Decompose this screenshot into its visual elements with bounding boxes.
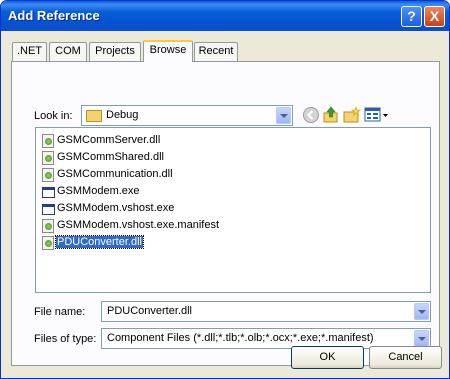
browse-panel: Look in: Debug GSMCommServer.dll GSMComm… (11, 61, 440, 366)
chevron-down-icon[interactable] (414, 330, 429, 347)
list-item[interactable]: GSMModem.vshost.exe (40, 201, 240, 217)
window-title: Add Reference (8, 8, 100, 23)
chevron-down-icon[interactable] (414, 303, 429, 320)
look-in-label: Look in: (34, 110, 73, 122)
file-name: GSMCommShared.dll (57, 151, 164, 163)
file-name-label: File name: (34, 306, 86, 318)
ok-button[interactable]: OK (291, 346, 364, 369)
help-button[interactable]: ? (401, 6, 422, 27)
list-item[interactable]: GSMModem.vshost.exe.manifest (40, 218, 240, 234)
add-reference-dialog: Add Reference ? X .NET COM Projects Brow… (0, 0, 450, 379)
chevron-down-icon[interactable] (276, 107, 291, 124)
dll-file-icon (42, 134, 54, 148)
file-name: GSMModem.exe (57, 185, 140, 197)
dll-file-icon (42, 236, 54, 250)
file-name-value: PDUConverter.dll (107, 305, 192, 317)
files-of-type-label: Files of type: (34, 333, 97, 345)
file-name-field[interactable]: PDUConverter.dll (101, 301, 431, 322)
manifest-file-icon (42, 219, 54, 233)
folder-icon (86, 110, 102, 122)
file-name: GSMCommServer.dll (57, 134, 161, 146)
file-name: PDUConverter.dll (55, 235, 144, 249)
file-name: GSMModem.vshost.exe.manifest (57, 219, 220, 231)
tab-net[interactable]: .NET (12, 42, 47, 61)
list-item[interactable]: GSMCommShared.dll (40, 150, 240, 166)
file-list[interactable]: GSMCommServer.dll GSMCommShared.dll GSMC… (35, 127, 431, 293)
tab-com[interactable]: COM (49, 42, 87, 61)
list-item[interactable]: GSMCommServer.dll (40, 133, 240, 149)
tab-projects[interactable]: Projects (89, 42, 141, 61)
exe-file-icon (42, 187, 55, 198)
up-one-level-icon[interactable] (322, 106, 340, 124)
file-name: GSMModem.vshost.exe (57, 202, 175, 214)
look-in-dropdown[interactable]: Debug (81, 105, 293, 126)
list-item[interactable]: GSMCommunication.dll (40, 167, 240, 183)
tab-browse[interactable]: Browse (143, 40, 193, 62)
files-of-type-value: Component Files (*.dll;*.tlb;*.olb;*.ocx… (107, 332, 374, 344)
title-bar[interactable]: Add Reference ? X (1, 1, 449, 31)
close-button[interactable]: X (424, 6, 445, 27)
cancel-button[interactable]: Cancel (369, 346, 442, 369)
list-item-selected[interactable]: PDUConverter.dll (40, 235, 240, 251)
file-name: GSMCommunication.dll (57, 168, 173, 180)
back-icon[interactable] (302, 106, 320, 124)
new-folder-icon[interactable] (343, 106, 361, 124)
list-item[interactable]: GSMModem.exe (40, 184, 240, 200)
exe-file-icon (42, 204, 55, 215)
dll-file-icon (42, 168, 54, 182)
dialog-content: .NET COM Projects Browse Recent Look in:… (4, 31, 446, 377)
look-in-value: Debug (106, 109, 139, 121)
view-menu-icon[interactable] (364, 106, 390, 124)
tab-recent[interactable]: Recent (194, 42, 238, 61)
dll-file-icon (42, 151, 54, 165)
